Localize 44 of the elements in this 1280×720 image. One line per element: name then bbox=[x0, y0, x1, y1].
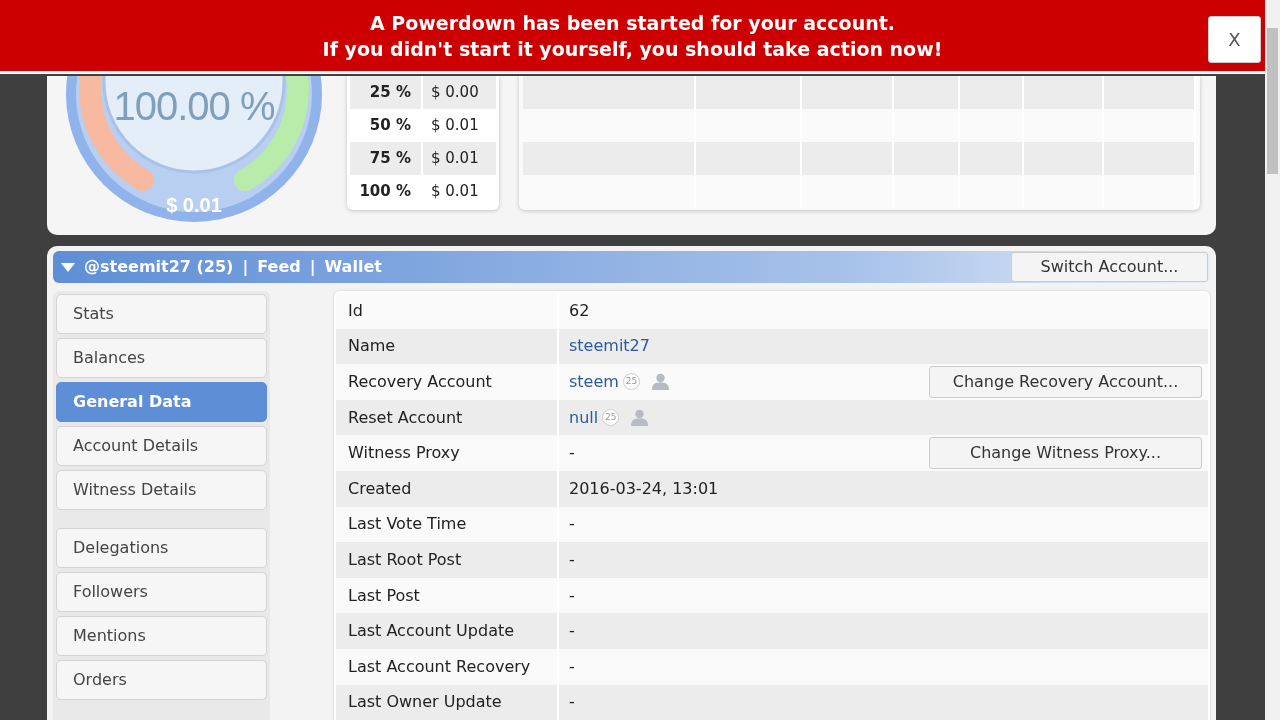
close-button[interactable]: X bbox=[1208, 16, 1261, 63]
field-value: - bbox=[569, 691, 575, 714]
table-cell: 25 % bbox=[350, 76, 423, 109]
alert-message: If you didn't start it yourself, you should take action now! bbox=[322, 36, 943, 62]
menu-item[interactable]: Balances bbox=[56, 338, 267, 378]
alert-message: A Powerdown has been started for your account. bbox=[370, 10, 895, 36]
gauge-percent: 100.00 % bbox=[112, 83, 276, 130]
menu-item[interactable]: Followers bbox=[56, 572, 267, 612]
change-button[interactable]: Change Recovery Account... bbox=[929, 366, 1202, 398]
table-cell-text: $ 0.01 bbox=[430, 115, 480, 137]
field-value: - bbox=[569, 655, 575, 678]
field-value: 2016-03-24, 13:01 bbox=[569, 477, 719, 500]
person-icon bbox=[651, 373, 669, 391]
field-value: - bbox=[569, 584, 575, 607]
field-label: Last Owner Update bbox=[336, 684, 559, 720]
field-value: - bbox=[569, 442, 575, 465]
table-cell: $ 0.00 bbox=[423, 76, 496, 109]
reputation-badge: 25 bbox=[622, 373, 640, 391]
person-icon bbox=[631, 409, 649, 427]
separator: | bbox=[309, 256, 316, 278]
menu-item[interactable]: Account Details bbox=[56, 426, 267, 466]
table-cell: 100 % bbox=[350, 175, 423, 208]
menu-item[interactable]: Mentions bbox=[56, 616, 267, 656]
menu-item[interactable]: Delegations bbox=[56, 528, 267, 568]
caret-icon bbox=[61, 262, 75, 272]
reputation-badge: 25 bbox=[602, 409, 620, 427]
gauge-value: $ 0.01 bbox=[165, 193, 223, 218]
scrollbar[interactable] bbox=[1265, 0, 1280, 720]
menu-item[interactable]: Witness Details bbox=[56, 470, 267, 510]
switch-account-button[interactable]: Switch Account... bbox=[1011, 252, 1208, 282]
field-value: 62 bbox=[569, 299, 590, 322]
account-link[interactable]: steem bbox=[569, 370, 619, 394]
table-cell: $ 0.01 bbox=[423, 142, 496, 175]
menu-item[interactable]: Stats bbox=[56, 294, 267, 334]
field-value: - bbox=[569, 513, 575, 536]
separator: | bbox=[242, 256, 249, 278]
table-cell-text: $ 0.01 bbox=[430, 181, 480, 203]
account-link[interactable]: null bbox=[569, 405, 599, 430]
account-link[interactable]: steemit27 bbox=[569, 334, 650, 359]
field-value: - bbox=[569, 620, 575, 643]
field-value: - bbox=[569, 548, 575, 571]
table-cell: 75 % bbox=[350, 142, 423, 175]
change-button[interactable]: Change Witness Proxy... bbox=[929, 437, 1202, 470]
menu-item[interactable]: Orders bbox=[56, 660, 267, 700]
